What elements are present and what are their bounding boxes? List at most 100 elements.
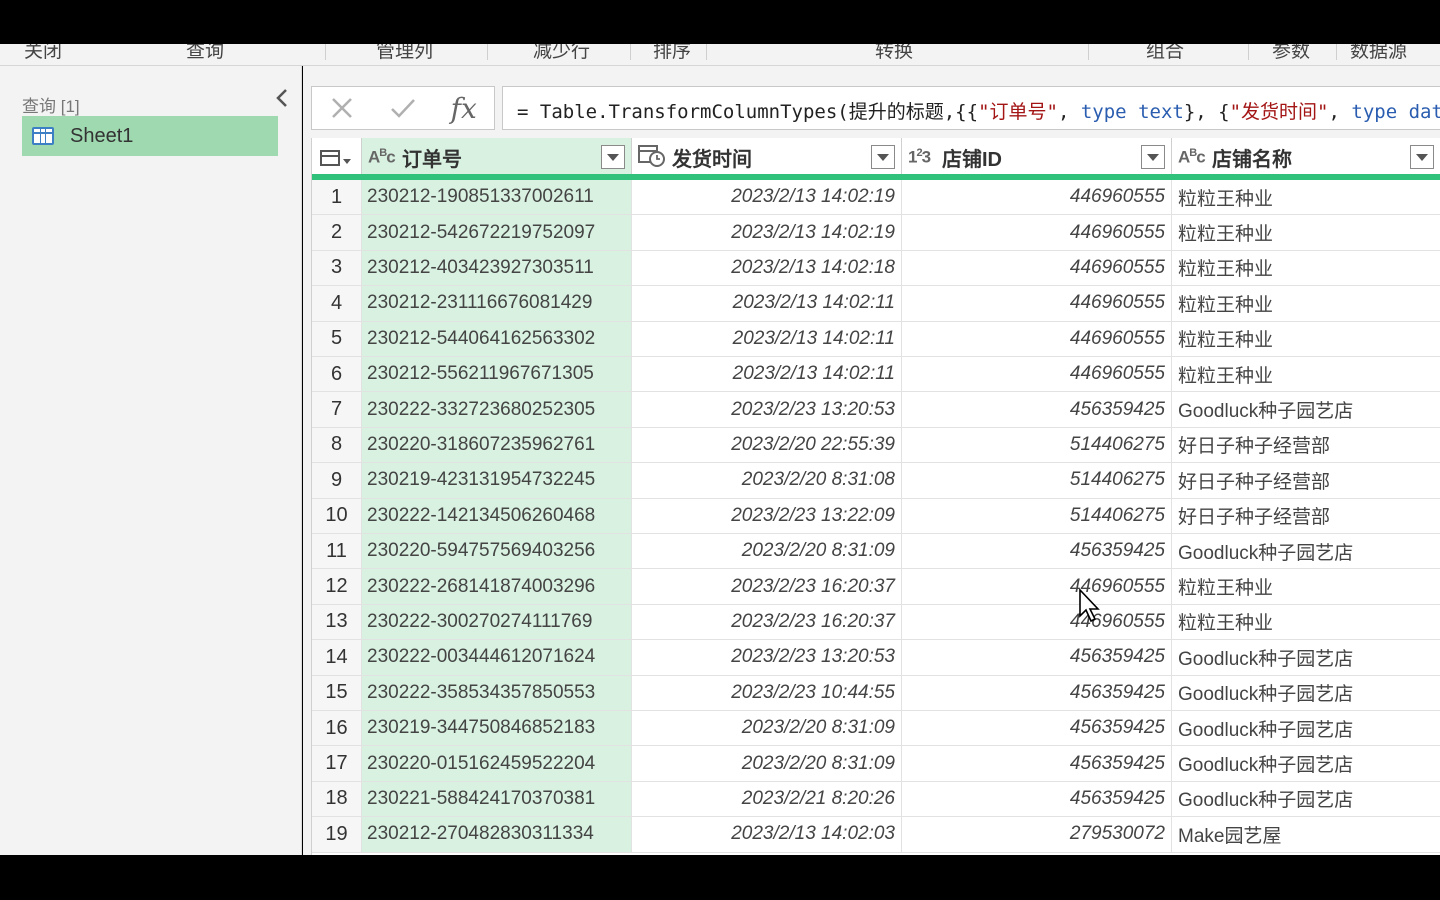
order-id-cell[interactable]: 230222-300270274111769 [362,604,632,641]
order-id-cell[interactable]: 230219-423131954732245 [362,463,632,499]
ribbon-group-sort[interactable]: 排序 [653,44,691,63]
store-name-cell[interactable]: Goodluck种子园艺店 [1172,782,1440,818]
store-id-cell[interactable]: 514406275 [902,498,1172,534]
number-type-icon[interactable]: 123 [908,147,942,168]
row-number[interactable]: 16 [312,711,362,747]
row-number[interactable]: 10 [312,498,362,534]
row-number[interactable]: 17 [312,746,362,782]
row-number[interactable]: 19 [312,817,362,853]
store-id-cell[interactable]: 446960555 [902,286,1172,322]
row-number[interactable]: 12 [312,569,362,605]
order-id-cell[interactable]: 230212-231116676081429 [362,286,632,322]
order-id-cell[interactable]: 230222-003444612071624 [362,640,632,676]
ship-time-cell[interactable]: 2023/2/23 13:20:53 [632,392,902,428]
ship-time-cell[interactable]: 2023/2/13 14:02:19 [632,180,902,216]
store-name-cell[interactable]: 粒粒王种业 [1172,251,1440,287]
order-id-cell[interactable]: 230220-594757569403256 [362,534,632,570]
ship-time-cell[interactable]: 2023/2/23 16:20:37 [632,604,902,641]
store-name-cell[interactable]: Goodluck种子园艺店 [1172,711,1440,747]
order-id-cell[interactable]: 230212-542672219752097 [362,215,632,251]
store-name-cell[interactable]: 粒粒王种业 [1172,357,1440,393]
store-id-cell[interactable]: 446960555 [902,357,1172,393]
store-name-cell[interactable]: 粒粒王种业 [1172,180,1440,216]
ribbon-group-transform[interactable]: 转换 [875,44,913,63]
confirm-formula-button[interactable] [373,86,434,130]
row-number[interactable]: 9 [312,463,362,499]
ship-time-cell[interactable]: 2023/2/21 8:20:26 [632,781,902,818]
order-id-cell[interactable]: 230222-268141874003296 [362,569,632,605]
store-id-cell[interactable]: 456359425 [902,392,1172,428]
store-id-cell[interactable]: 456359425 [902,640,1172,676]
ship-time-cell[interactable]: 2023/2/23 16:20:37 [632,569,902,605]
ship-time-cell[interactable]: 2023/2/13 14:02:19 [632,215,902,251]
column-filter-dropdown[interactable] [1410,145,1434,169]
order-id-cell[interactable]: 230222-142134506260468 [362,498,632,534]
store-name-cell[interactable]: 粒粒王种业 [1172,286,1440,322]
ship-time-cell[interactable]: 2023/2/20 8:31:09 [632,534,902,570]
row-number[interactable]: 8 [312,427,362,464]
row-number[interactable]: 13 [312,604,362,641]
store-name-cell[interactable]: 好日子种子经营部 [1172,463,1440,499]
row-number[interactable]: 7 [312,392,362,428]
ribbon-group-manage-columns[interactable]: 管理列 [376,44,433,63]
store-name-cell[interactable]: Goodluck种子园艺店 [1172,640,1440,676]
store-id-cell[interactable]: 446960555 [902,250,1172,287]
store-name-cell[interactable]: Goodluck种子园艺店 [1172,392,1440,428]
ship-time-cell[interactable]: 2023/2/13 14:02:03 [632,817,902,853]
order-id-cell[interactable]: 230221-588424170370381 [362,781,632,818]
store-id-cell[interactable]: 456359425 [902,746,1172,782]
text-type-icon[interactable]: ABc [368,147,402,168]
column-filter-dropdown[interactable] [1141,145,1165,169]
store-id-cell[interactable]: 514406275 [902,427,1172,464]
row-number[interactable]: 5 [312,321,362,357]
store-name-cell[interactable]: Goodluck种子园艺店 [1172,534,1440,570]
store-id-cell[interactable]: 514406275 [902,463,1172,499]
order-id-cell[interactable]: 230212-190851337002611 [362,180,632,216]
store-name-cell[interactable]: 好日子种子经营部 [1172,499,1440,534]
store-name-cell[interactable]: Goodluck种子园艺店 [1172,746,1440,782]
query-item-sheet1[interactable]: Sheet1 [22,116,278,156]
store-name-cell[interactable]: 粒粒王种业 [1172,569,1440,605]
ship-time-cell[interactable]: 2023/2/20 8:31:09 [632,711,902,747]
row-number[interactable]: 14 [312,640,362,676]
store-id-cell[interactable]: 456359425 [902,675,1172,711]
column-header-ship-time[interactable]: 发货时间 [632,138,902,178]
ribbon-group-close[interactable]: 关闭 [24,44,62,63]
row-number[interactable]: 18 [312,781,362,818]
row-number[interactable]: 4 [312,286,362,322]
ribbon-group-query[interactable]: 查询 [186,44,224,63]
ship-time-cell[interactable]: 2023/2/13 14:02:11 [632,321,902,357]
insert-function-button[interactable]: fx [433,86,494,130]
row-number[interactable]: 3 [312,250,362,287]
store-name-cell[interactable]: Make园艺屋 [1172,817,1440,853]
ship-time-cell[interactable]: 2023/2/13 14:02:11 [632,286,902,322]
store-id-cell[interactable]: 446960555 [902,569,1172,605]
store-name-cell[interactable]: 粒粒王种业 [1172,605,1440,641]
order-id-cell[interactable]: 230220-015162459522204 [362,746,632,782]
order-id-cell[interactable]: 230212-270482830311334 [362,817,632,853]
column-header-store-id[interactable]: 123 店铺ID [902,138,1172,178]
order-id-cell[interactable]: 230220-318607235962761 [362,427,632,464]
ribbon-group-combine[interactable]: 组合 [1146,44,1184,63]
store-id-cell[interactable]: 456359425 [902,781,1172,818]
row-number[interactable]: 6 [312,357,362,393]
store-id-cell[interactable]: 446960555 [902,604,1172,641]
column-header-order-id[interactable]: ABc 订单号 [362,138,632,178]
datetime-type-icon[interactable] [638,143,672,172]
ribbon-group-data-source[interactable]: 数据源 [1350,44,1407,63]
column-filter-dropdown[interactable] [871,145,895,169]
row-number[interactable]: 15 [312,675,362,711]
store-id-cell[interactable]: 446960555 [902,321,1172,357]
order-id-cell[interactable]: 230212-556211967671305 [362,357,632,393]
ribbon-group-parameters[interactable]: 参数 [1272,44,1310,63]
ship-time-cell[interactable]: 2023/2/20 8:31:08 [632,463,902,499]
order-id-cell[interactable]: 230222-358534357850553 [362,675,632,711]
store-id-cell[interactable]: 446960555 [902,180,1172,216]
ship-time-cell[interactable]: 2023/2/23 13:22:09 [632,498,902,534]
store-id-cell[interactable]: 279530072 [902,817,1172,853]
store-id-cell[interactable]: 456359425 [902,711,1172,747]
column-header-store-name[interactable]: ABc 店铺名称 [1172,138,1440,178]
store-name-cell[interactable]: 好日子种子经营部 [1172,428,1440,464]
column-filter-dropdown[interactable] [601,145,625,169]
row-number[interactable]: 1 [312,180,362,216]
